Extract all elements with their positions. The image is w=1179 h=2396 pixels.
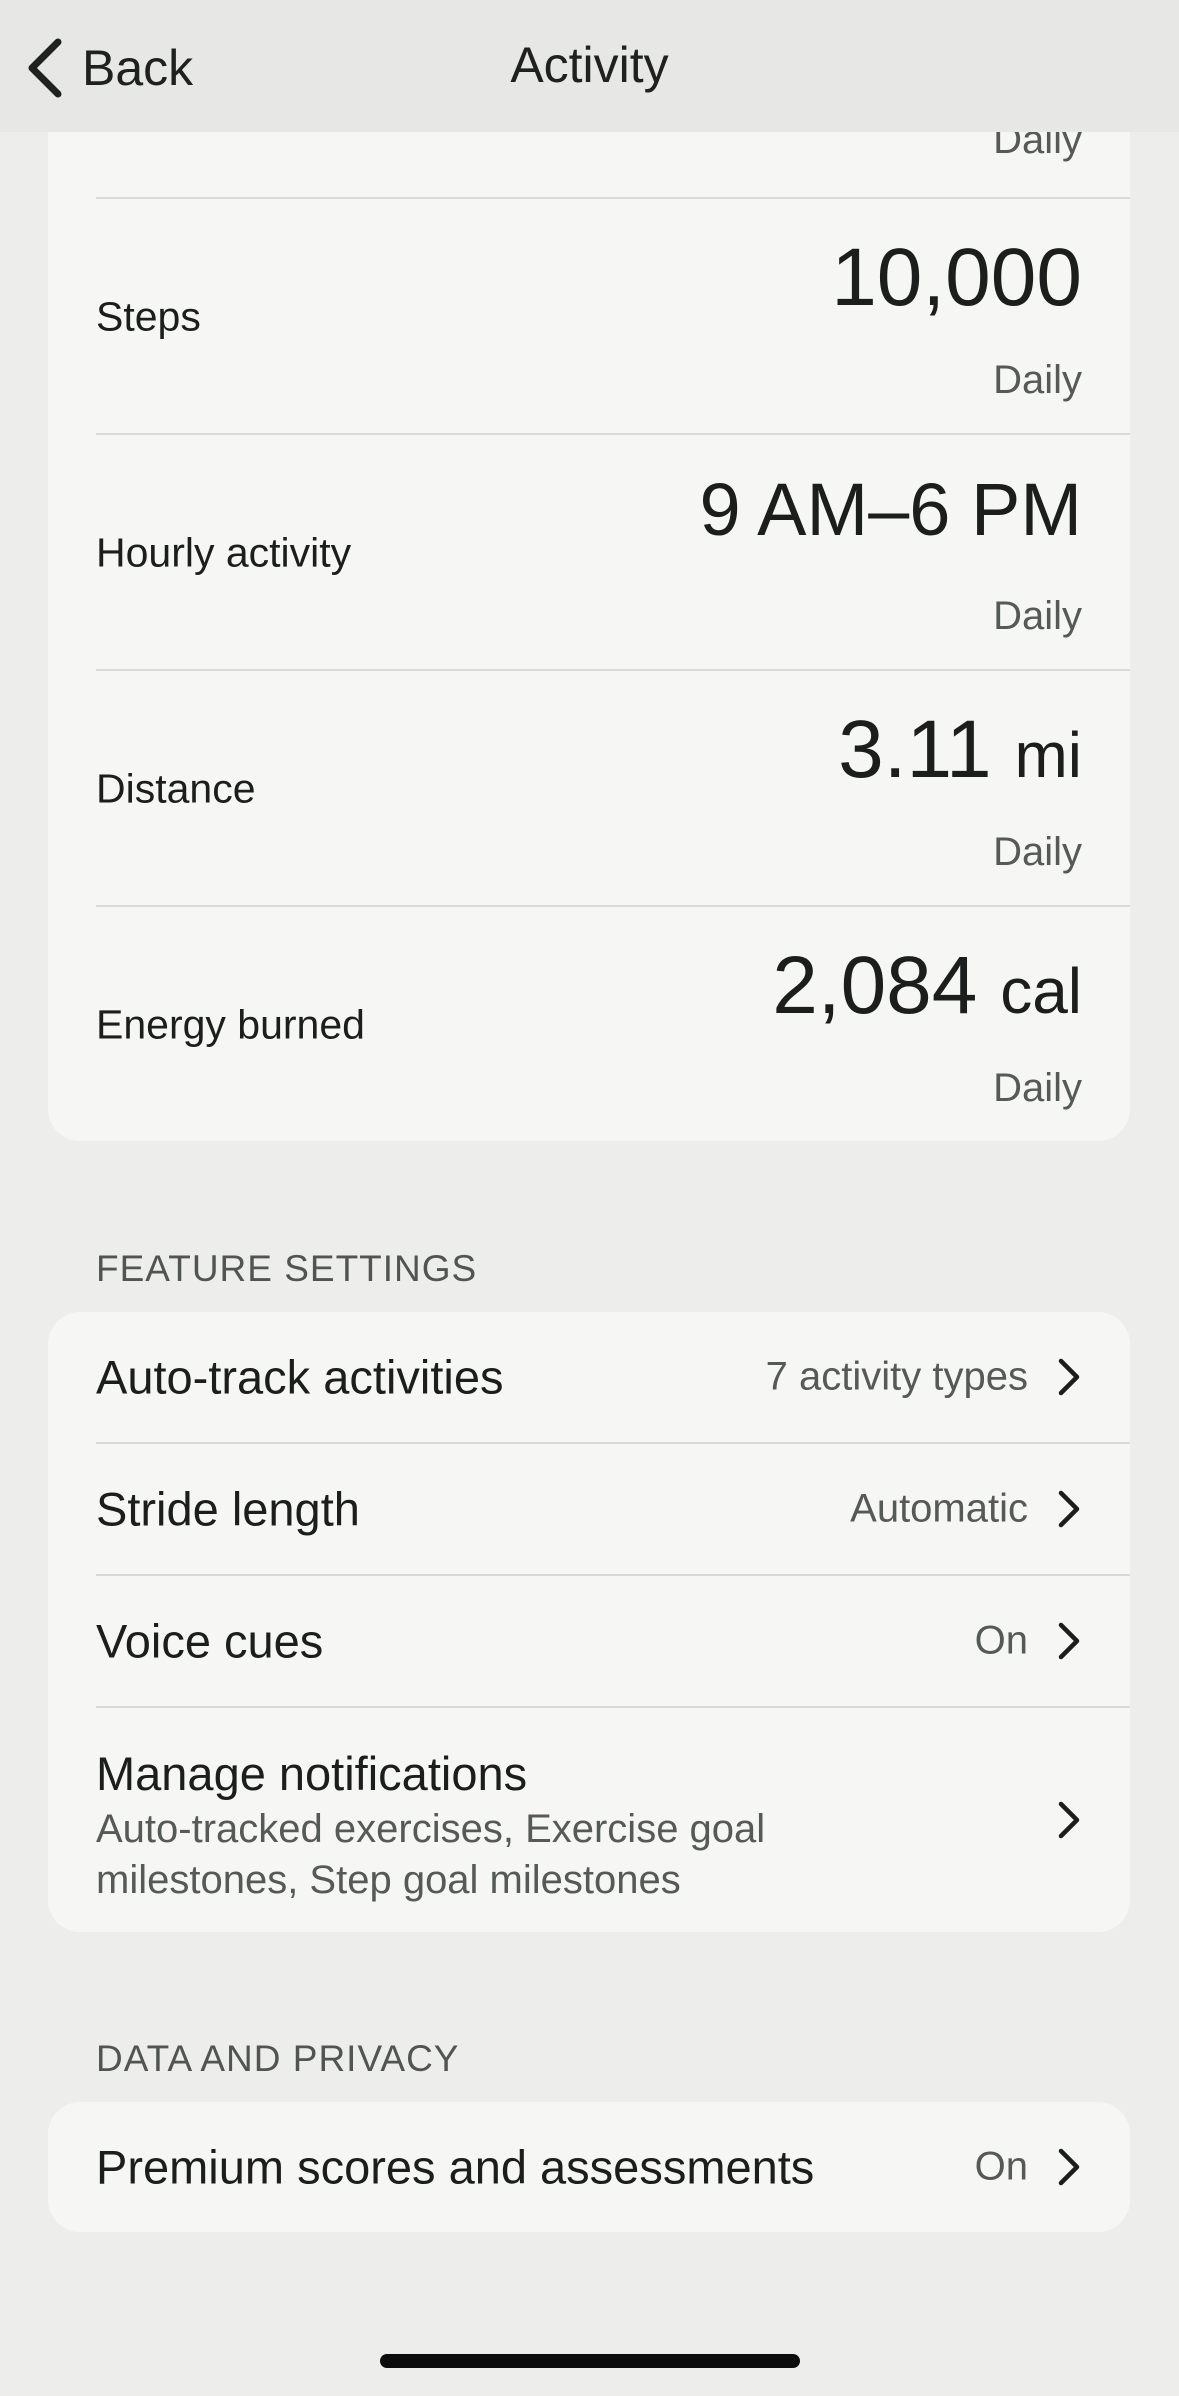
- goal-row-distance[interactable]: Distance 3.11 mi Daily: [96, 671, 1130, 907]
- stride-length-row[interactable]: Stride length Automatic: [96, 1444, 1130, 1574]
- chevron-right-icon: [1056, 2147, 1082, 2187]
- setting-value: On: [974, 1618, 1028, 1663]
- notifications-detail: Auto-tracked exercises, Exercise goal mi…: [96, 1807, 766, 1902]
- chevron-right-icon: [1056, 1489, 1082, 1529]
- home-indicator[interactable]: [380, 2354, 800, 2368]
- feature-settings-header: FEATURE SETTINGS: [96, 1248, 478, 1289]
- goal-value: 10,000: [831, 232, 1082, 323]
- goal-value: 3.11 mi: [838, 704, 1082, 795]
- goal-row-energy-burned[interactable]: Energy burned 2,084 cal Daily: [96, 907, 1130, 1143]
- goal-row-steps[interactable]: Steps 10,000 Daily: [96, 199, 1130, 435]
- data-privacy-header: DATA AND PRIVACY: [96, 2038, 460, 2079]
- setting-value: Automatic: [850, 1486, 1028, 1531]
- chevron-right-icon: [1056, 1357, 1082, 1397]
- goal-row-hourly-activity[interactable]: Hourly activity 9 AM–6 PM Daily: [96, 435, 1130, 671]
- setting-label: Premium scores and assessments: [96, 2140, 815, 2194]
- goal-label: Steps: [96, 293, 201, 340]
- goal-value: 9 AM–6 PM: [699, 468, 1082, 551]
- page-title: Activity: [510, 37, 669, 93]
- goal-label: Distance: [96, 765, 256, 812]
- feature-settings-card: Auto-track activities 7 activity types S…: [48, 1312, 1130, 1932]
- goal-value: 2,084 cal: [772, 940, 1082, 1031]
- setting-label: Manage notifications: [96, 1747, 528, 1800]
- chevron-right-icon: [1056, 1800, 1082, 1840]
- goal-label: Energy burned: [96, 1001, 365, 1048]
- setting-value: 7 activity types: [765, 1354, 1028, 1399]
- chevron-right-icon: [1056, 1621, 1082, 1661]
- goal-frequency: Daily: [993, 358, 1082, 402]
- goal-frequency: Daily: [993, 594, 1082, 638]
- setting-label: Stride length: [96, 1482, 360, 1536]
- goal-frequency: Daily: [993, 1066, 1082, 1110]
- goals-card: Daily Steps 10,000 Daily Hourly activity…: [48, 40, 1130, 1141]
- setting-label: Voice cues: [96, 1614, 324, 1668]
- goal-frequency: Daily: [993, 830, 1082, 874]
- goal-label: Hourly activity: [96, 529, 352, 576]
- manage-notifications-row[interactable]: Manage notifications Auto-tracked exerci…: [96, 1708, 1130, 1932]
- setting-label: Auto-track activities: [96, 1350, 504, 1404]
- voice-cues-row[interactable]: Voice cues On: [96, 1576, 1130, 1706]
- auto-track-activities-row[interactable]: Auto-track activities 7 activity types: [96, 1312, 1130, 1442]
- setting-value: On: [974, 2144, 1028, 2189]
- premium-scores-row[interactable]: Premium scores and assessments On: [96, 2102, 1130, 2232]
- data-privacy-card: Premium scores and assessments On: [48, 2102, 1130, 2232]
- navigation-bar: Back Activity: [0, 0, 1179, 132]
